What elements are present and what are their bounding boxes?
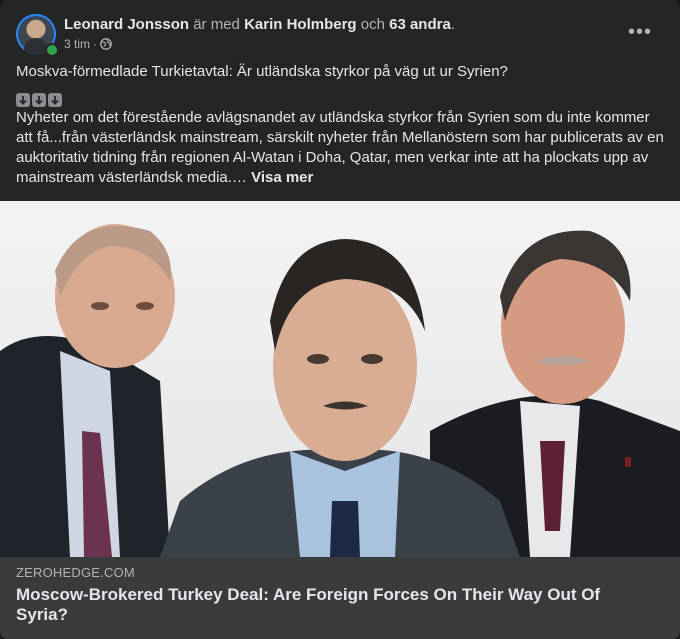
post-text: Moskva-förmedlade Turkietavtal: Är utlän… (16, 62, 666, 188)
link-domain: ZEROHEDGE.COM (16, 565, 135, 580)
ellipsis-icon: ••• (627, 21, 652, 43)
timestamp[interactable]: 3 tim (64, 36, 90, 52)
feed-post: Leonard Jonsson är med Karin Holmberg oc… (0, 0, 680, 639)
author-name[interactable]: Leonard Jonsson (64, 16, 189, 33)
see-more-link[interactable]: Visa mer (251, 169, 313, 186)
three-leaders-photo (0, 201, 680, 557)
post-header: Leonard Jonsson är med Karin Holmberg oc… (16, 14, 664, 57)
post-body-text: Nyheter om det förestående avlägsnandet … (16, 109, 664, 186)
globe-icon[interactable] (100, 38, 112, 50)
online-status-indicator (45, 43, 59, 57)
with-text: är med (193, 16, 240, 33)
arrow-down-icon (16, 93, 30, 107)
post-body: Nyheter om det förestående avlägsnandet … (16, 108, 666, 188)
author-line: Leonard Jonsson är med Karin Holmberg oc… (64, 15, 455, 34)
more-options-button[interactable]: ••• (622, 18, 658, 46)
post-meta: 3 tim · (64, 36, 112, 52)
link-preview-image[interactable] (0, 201, 680, 557)
link-title[interactable]: Moscow-Brokered Turkey Deal: Are Foreign… (16, 585, 616, 625)
and-text: och (360, 16, 385, 33)
arrow-emojis (16, 92, 666, 108)
post-headline: Moskva-förmedlade Turkietavtal: Är utlän… (16, 63, 508, 80)
tagged-person[interactable]: Karin Holmberg (244, 16, 357, 33)
link-preview-footer[interactable]: ZEROHEDGE.COM Moscow-Brokered Turkey Dea… (0, 557, 680, 639)
others-link[interactable]: 63 andra (389, 16, 451, 33)
period: . (450, 16, 455, 33)
arrow-down-icon (48, 93, 62, 107)
arrow-down-icon (32, 93, 46, 107)
meta-separator: · (93, 37, 98, 51)
